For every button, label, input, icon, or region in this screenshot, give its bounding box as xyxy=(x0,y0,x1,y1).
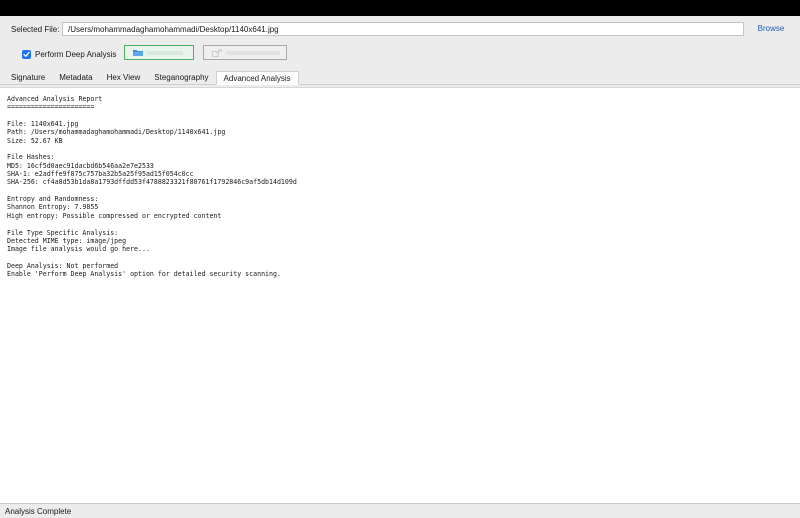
selected-file-label: Selected File: xyxy=(11,25,60,34)
tab-metadata[interactable]: Metadata xyxy=(52,71,99,84)
report-line: Advanced Analysis Report xyxy=(7,95,103,103)
deep-analysis-option[interactable]: Perform Deep Analysis xyxy=(22,48,116,60)
export-button-label-placeholder xyxy=(226,51,280,55)
report-line: File: 1140x641.jpg xyxy=(7,120,79,129)
file-selection-panel: Selected File: /Users/mohammadaghamohamm… xyxy=(0,16,800,71)
report-line xyxy=(7,145,793,153)
analyze-button[interactable] xyxy=(124,45,194,60)
window-titlebar xyxy=(0,0,800,16)
checkmark-icon xyxy=(23,51,30,57)
deep-analysis-label: Perform Deep Analysis xyxy=(35,49,117,59)
report-text-area[interactable]: Advanced Analysis Report ================… xyxy=(0,87,800,504)
report-line: Image file analysis would go here... xyxy=(7,245,150,254)
status-bar: Analysis Complete xyxy=(0,505,800,518)
analysis-report: Advanced Analysis Report ================… xyxy=(0,88,800,286)
tab-steganography[interactable]: Steganography xyxy=(147,71,215,84)
report-line: Enable 'Perform Deep Analysis' option fo… xyxy=(7,270,281,279)
report-line xyxy=(7,112,793,120)
report-line: Path: /Users/mohammadaghamohammadi/Deskt… xyxy=(7,128,226,137)
deep-analysis-checkbox[interactable] xyxy=(22,49,31,59)
report-line: Shannon Entropy: 7.9855 xyxy=(7,203,99,212)
report-line xyxy=(7,220,793,228)
report-line xyxy=(7,254,793,262)
report-line: SHA-1: e2adffe9f875c757ba32b5a25f95ad15f… xyxy=(7,170,194,179)
folder-icon xyxy=(133,50,143,56)
report-line: Deep Analysis: Not performed xyxy=(7,261,119,270)
report-line: File Type Specific Analysis: xyxy=(7,228,119,237)
tab-signature[interactable]: Signature xyxy=(4,71,52,84)
report-line: Entropy and Randomness: xyxy=(7,195,99,204)
analyze-button-label-placeholder xyxy=(147,51,183,55)
report-line: High entropy: Possible compressed or enc… xyxy=(7,211,222,220)
report-line: SHA-256: cf4a8d53b1da8a1793dffdd53f47888… xyxy=(7,178,297,187)
report-line: Size: 52.67 KB xyxy=(7,136,63,145)
browse-button[interactable]: Browse xyxy=(753,22,789,36)
report-line: Detected MIME type: image/jpeg xyxy=(7,236,127,245)
tab-bar: Signature Metadata Hex View Steganograph… xyxy=(0,71,800,85)
status-text: Analysis Complete xyxy=(5,507,72,516)
tab-hex-view[interactable]: Hex View xyxy=(100,71,148,84)
export-button[interactable] xyxy=(203,45,287,60)
file-path-field[interactable]: /Users/mohammadaghamohammadi/Desktop/114… xyxy=(62,22,744,36)
report-line: MD5: 16cf5d0aec91dacbd6b546aa2e7e2533 xyxy=(7,161,154,170)
export-icon xyxy=(212,49,222,57)
tab-advanced-analysis[interactable]: Advanced Analysis xyxy=(215,71,299,85)
report-line xyxy=(7,187,793,195)
report-line: File Hashes: xyxy=(7,153,55,162)
report-line: ====================== xyxy=(7,103,95,112)
